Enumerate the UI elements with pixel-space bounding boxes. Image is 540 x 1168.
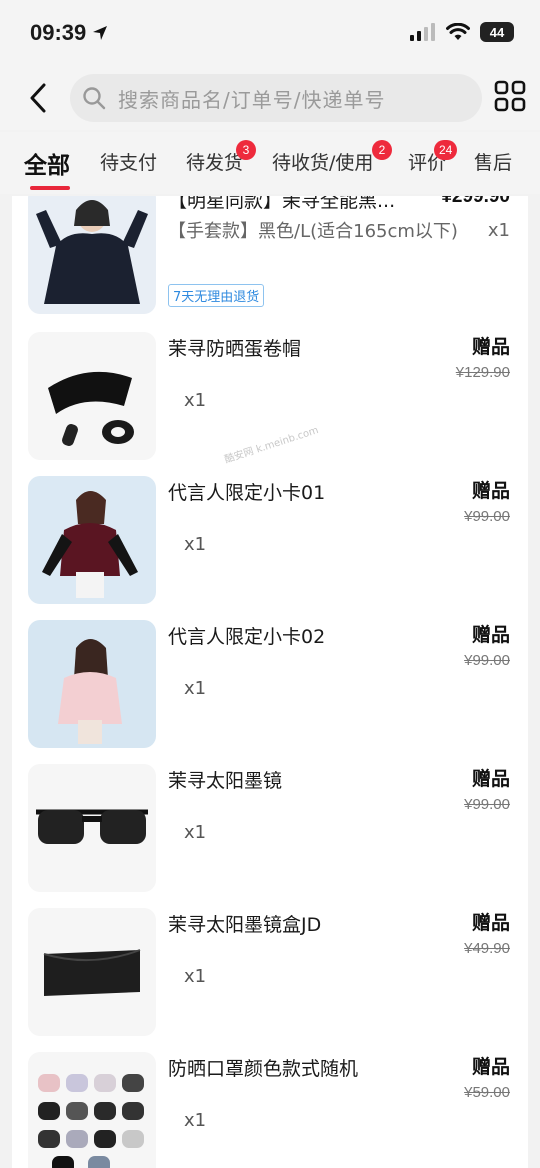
battery-icon: 44 [480,22,514,42]
tab-pending-receipt[interactable]: 待收货/使用 2 [272,140,392,175]
status-icons: 44 [410,22,514,42]
item-quantity: x1 [184,390,207,411]
jacket-image [28,196,156,314]
item-title: 代言人限定小卡02 [168,626,326,648]
location-arrow-icon [93,26,108,40]
tab-badge: 24 [434,140,458,160]
list-item[interactable]: 代言人限定小卡01 x1 赠品 ¥99.00 [12,476,528,620]
item-quantity: x1 [184,822,207,843]
grid-menu-icon[interactable] [494,80,526,112]
order-tabs: 全部 待支付 待发货 3 待收货/使用 2 评价 24 售后 [0,132,540,194]
chevron-left-icon [30,83,46,113]
original-price: ¥99.00 [464,652,510,669]
status-time: 09:39 [30,20,108,46]
cellular-signal-icon [410,23,435,41]
gift-label: 赠品 [471,912,510,934]
photocard-image [28,620,156,748]
active-tab-indicator [30,186,70,190]
original-price: ¥129.90 [455,364,510,381]
item-title: 茉寻防晒蛋卷帽 [168,338,302,360]
item-title: 代言人限定小卡01 [168,482,326,504]
wifi-icon [446,23,470,40]
gift-label: 赠品 [471,624,510,646]
item-quantity: x1 [184,534,207,555]
gift-label: 赠品 [471,1056,510,1078]
item-quantity: x1 [184,1110,207,1131]
status-bar: 09:39 44 [0,0,540,68]
tab-badge: 2 [372,140,392,160]
gift-label: 赠品 [471,336,510,358]
list-item[interactable]: 茉寻防晒蛋卷帽 x1 赠品 ¥129.90 [12,332,528,476]
original-price: ¥99.00 [464,796,510,813]
return-policy-tag: 7天无理由退货 [168,284,265,307]
item-price: ¥299.90 [441,196,510,207]
gift-label: 赠品 [471,480,510,502]
list-item[interactable]: 防晒口罩颜色款式随机 x1 赠品 ¥59.00 [12,1052,528,1168]
item-title: 茉寻太阳墨镜 [168,770,283,792]
item-title: 防晒口罩颜色款式随机 [168,1058,359,1080]
search-icon [83,87,106,110]
list-item[interactable]: 【明星同款】茉寻全能黑... ¥299.90 【手套款】黑色/L(适合165cm… [12,196,528,316]
list-item[interactable]: 茉寻太阳墨镜 x1 赠品 ¥99.00 [12,764,528,908]
top-bar: 搜索商品名/订单号/快递单号 [0,68,540,130]
sunglasses-image [28,764,156,892]
item-quantity: x1 [184,678,207,699]
tab-pending-shipment[interactable]: 待发货 3 [186,140,256,175]
order-item-list: 【明星同款】茉寻全能黑... ¥299.90 【手套款】黑色/L(适合165cm… [12,196,528,1168]
item-title: 【明星同款】茉寻全能黑... [168,196,396,212]
search-input[interactable]: 搜索商品名/订单号/快递单号 [70,74,482,122]
original-price: ¥49.90 [464,940,510,957]
gift-label: 赠品 [471,768,510,790]
item-quantity: x1 [184,966,207,987]
original-price: ¥99.00 [464,508,510,525]
tab-badge: 3 [236,140,256,160]
tab-review[interactable]: 评价 24 [408,140,458,175]
hat-image [28,332,156,460]
tab-pending-payment[interactable]: 待支付 [100,148,157,175]
photocard-image [28,476,156,604]
case-image [28,908,156,1036]
back-button[interactable] [20,80,56,116]
original-price: ¥59.00 [464,1084,510,1101]
tab-all[interactable]: 全部 [24,146,70,180]
item-spec: 【手套款】黑色/L(适合165cm以下) [168,221,458,242]
item-title: 茉寻太阳墨镜盒JD [168,914,322,936]
item-quantity: x1 [487,220,510,241]
list-item[interactable]: 茉寻太阳墨镜盒JD x1 赠品 ¥49.90 [12,908,528,1052]
mask-image [28,1052,156,1168]
list-item[interactable]: 代言人限定小卡02 x1 赠品 ¥99.00 [12,620,528,764]
search-placeholder: 搜索商品名/订单号/快递单号 [118,87,386,112]
tab-after-sales[interactable]: 售后 [474,148,512,175]
